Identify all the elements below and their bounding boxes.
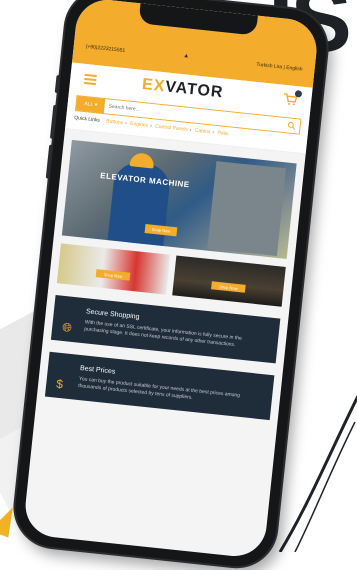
promo-shop-button[interactable]: Shop Now — [95, 269, 131, 281]
search-icon — [287, 121, 296, 130]
promo-banner-cabins[interactable]: Shop Now — [172, 255, 286, 307]
hamburger-icon[interactable] — [83, 73, 97, 86]
quick-link-rails[interactable]: Rails — [217, 130, 229, 137]
location-icon: ▲ — [182, 53, 190, 60]
phone-side-button — [45, 144, 54, 179]
phone-side-button — [54, 74, 61, 94]
promo-shop-button[interactable]: Shop Now — [211, 281, 246, 293]
category-select[interactable]: ALL ▾ — [76, 96, 106, 114]
feature-best-prices: $ Best Prices You can buy the product su… — [44, 351, 275, 421]
language-currency-selector[interactable]: Turkish Lira | English — [256, 62, 303, 73]
globe-icon: 🌐︎ — [61, 319, 73, 335]
dollar-icon: $ — [55, 376, 64, 392]
hero-image-panel — [207, 161, 287, 256]
feature-secure-shopping: 🌐︎ Secure Shopping With the use of an SS… — [50, 295, 281, 364]
phone-side-button — [49, 104, 58, 139]
hero-image-helmet — [129, 152, 155, 169]
search-button[interactable] — [282, 117, 301, 134]
contact-phone[interactable]: (+90)2223215551 — [85, 44, 125, 54]
quick-link-cabins[interactable]: Cabins — [194, 128, 210, 136]
hero-banner[interactable]: ELEVATOR MACHINE Shop Now — [61, 139, 297, 259]
quick-link-buttons[interactable]: Buttons — [106, 118, 124, 126]
cart-badge — [294, 89, 303, 98]
promo-banner-doors[interactable]: Shop Now — [56, 243, 171, 295]
quick-link-engines[interactable]: Engines — [130, 121, 149, 129]
quick-link-control-panels[interactable]: Control Panels — [155, 124, 188, 133]
quick-links-title: Quick Links — [73, 115, 101, 124]
phone-screen: (+90)2223215551 ▲ Turkish Lira | English… — [22, 0, 320, 560]
site-logo[interactable]: EXVATOR — [141, 76, 224, 102]
